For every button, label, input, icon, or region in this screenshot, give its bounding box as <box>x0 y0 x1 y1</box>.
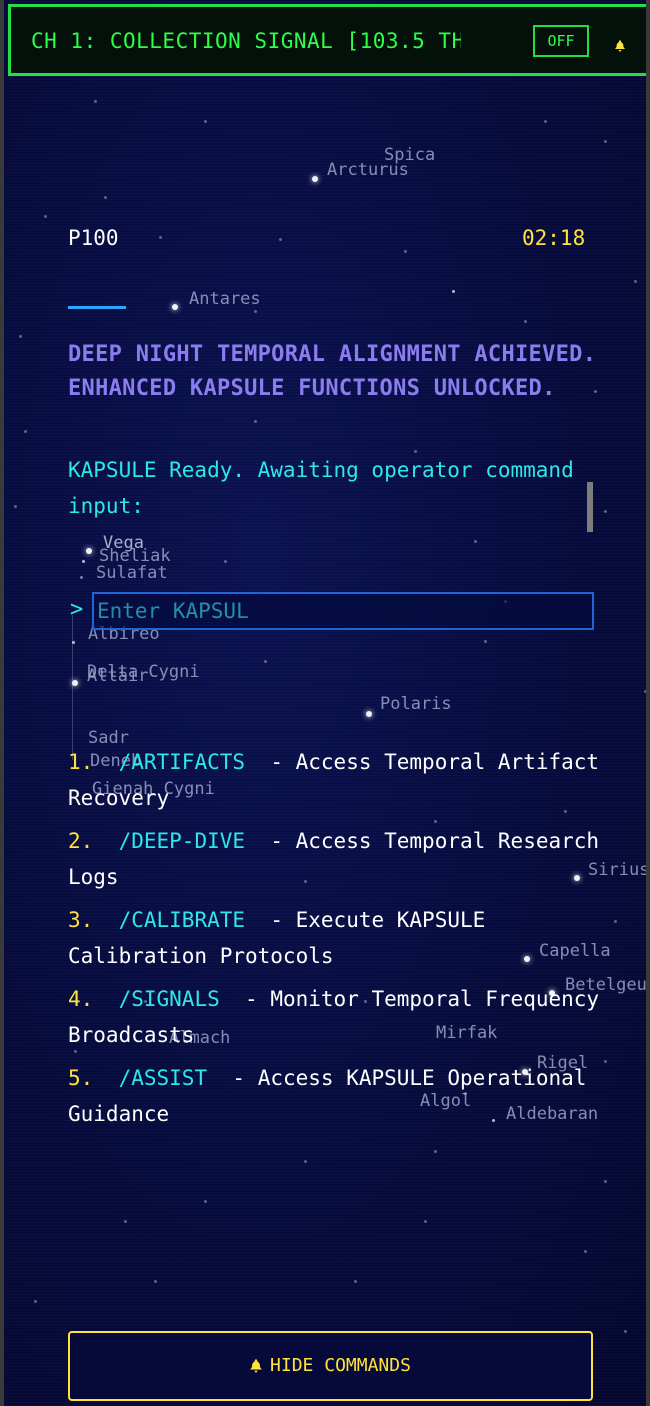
command-number: 1. <box>68 750 94 774</box>
command-number: 4. <box>68 987 94 1011</box>
bell-icon <box>250 1359 262 1373</box>
star-dot <box>24 430 27 433</box>
star-dot <box>604 510 607 513</box>
star-dot <box>424 1220 427 1223</box>
channel-title: CH 1: COLLECTION SIGNAL [103.5 TH <box>31 29 461 53</box>
star-dot <box>624 1330 627 1333</box>
star-dot <box>279 238 282 241</box>
star-dot <box>34 1300 37 1303</box>
star-dot <box>159 236 162 239</box>
star-dot <box>72 641 75 644</box>
command-item-artifacts[interactable]: 1. /ARTIFACTS - Access Temporal Artifact… <box>68 744 608 816</box>
star-dot <box>264 660 267 663</box>
star-dot <box>544 120 547 123</box>
star-dot <box>434 1150 437 1153</box>
command-item-calibrate[interactable]: 3. /CALIBRATE - Execute KAPSULE Calibrat… <box>68 902 608 974</box>
command-item-signals[interactable]: 4. /SIGNALS - Monitor Temporal Frequency… <box>68 981 608 1053</box>
star-dot <box>484 640 487 643</box>
prompt-caret-icon: > <box>70 597 84 622</box>
star-dot <box>44 215 47 218</box>
kapsule-terminal: Spica Arcturus Antares Vega Sheliak Sula… <box>0 0 650 1406</box>
blinking-cursor <box>68 306 126 309</box>
ready-message: KAPSULE Ready. Awaiting operator command… <box>68 458 574 518</box>
command-list: 1. /ARTIFACTS - Access Temporal Artifact… <box>68 744 608 1139</box>
star-dot <box>354 1280 357 1283</box>
star-dot <box>604 1180 607 1183</box>
star-dot <box>312 176 318 182</box>
star-dot <box>254 420 257 423</box>
star-dot <box>524 320 527 323</box>
star-dot <box>204 1200 207 1203</box>
channel-bar: CH 1: COLLECTION SIGNAL [103.5 TH OFF <box>8 4 646 76</box>
alignment-alert-message: DEEP NIGHT TEMPORAL ALIGNMENT ACHIEVED. … <box>68 342 597 401</box>
command-number: 5. <box>68 1066 94 1090</box>
command-name[interactable]: /CALIBRATE <box>119 908 245 932</box>
star-dot <box>304 1160 307 1163</box>
star-label-arcturus: Arcturus <box>327 160 409 180</box>
star-dot <box>404 250 407 253</box>
star-label-altair: Altair <box>87 666 149 686</box>
hide-commands-label: HIDE COMMANDS <box>270 1355 411 1376</box>
star-label-antares: Antares <box>189 289 261 309</box>
hide-commands-button[interactable]: HIDE COMMANDS <box>68 1331 593 1401</box>
command-input[interactable] <box>92 592 594 630</box>
scrollbar-thumb[interactable] <box>587 482 593 532</box>
command-name[interactable]: /SIGNALS <box>119 987 220 1011</box>
star-dot <box>86 548 92 554</box>
command-item-assist[interactable]: 5. /ASSIST - Access KAPSULE Operational … <box>68 1060 608 1132</box>
star-dot <box>224 560 227 563</box>
star-label-sulafat: Sulafat <box>96 563 168 583</box>
command-number: 3. <box>68 908 94 932</box>
star-dot <box>82 560 85 563</box>
star-dot <box>204 120 207 123</box>
star-dot <box>172 304 178 310</box>
star-dot <box>80 576 83 579</box>
star-dot <box>154 1280 157 1283</box>
command-item-deep-dive[interactable]: 2. /DEEP-DIVE - Access Temporal Research… <box>68 823 608 895</box>
program-code: P100 <box>68 226 119 250</box>
star-dot <box>452 290 455 293</box>
star-dot <box>644 690 646 693</box>
bell-icon[interactable] <box>615 37 625 56</box>
star-dot <box>94 100 97 103</box>
star-dot <box>72 680 78 686</box>
star-dot <box>366 711 372 717</box>
star-dot <box>19 335 22 338</box>
command-name[interactable]: /ASSIST <box>119 1066 208 1090</box>
starfield-background: Spica Arcturus Antares Vega Sheliak Sula… <box>4 0 646 1406</box>
constellation-line <box>72 615 73 760</box>
star-dot <box>124 1220 127 1223</box>
command-name[interactable]: /ARTIFACTS <box>119 750 245 774</box>
star-dot <box>254 310 257 313</box>
star-dot <box>584 1250 587 1253</box>
power-off-button[interactable]: OFF <box>533 25 589 57</box>
star-dot <box>474 540 477 543</box>
star-dot <box>104 196 107 199</box>
star-dot <box>634 280 637 283</box>
mission-clock: 02:18 <box>522 226 586 250</box>
command-name[interactable]: /DEEP-DIVE <box>119 829 245 853</box>
command-number: 2. <box>68 829 94 853</box>
star-dot <box>604 140 607 143</box>
star-label-polaris: Polaris <box>380 694 452 714</box>
star-dot <box>14 505 17 508</box>
star-dot <box>614 920 617 923</box>
